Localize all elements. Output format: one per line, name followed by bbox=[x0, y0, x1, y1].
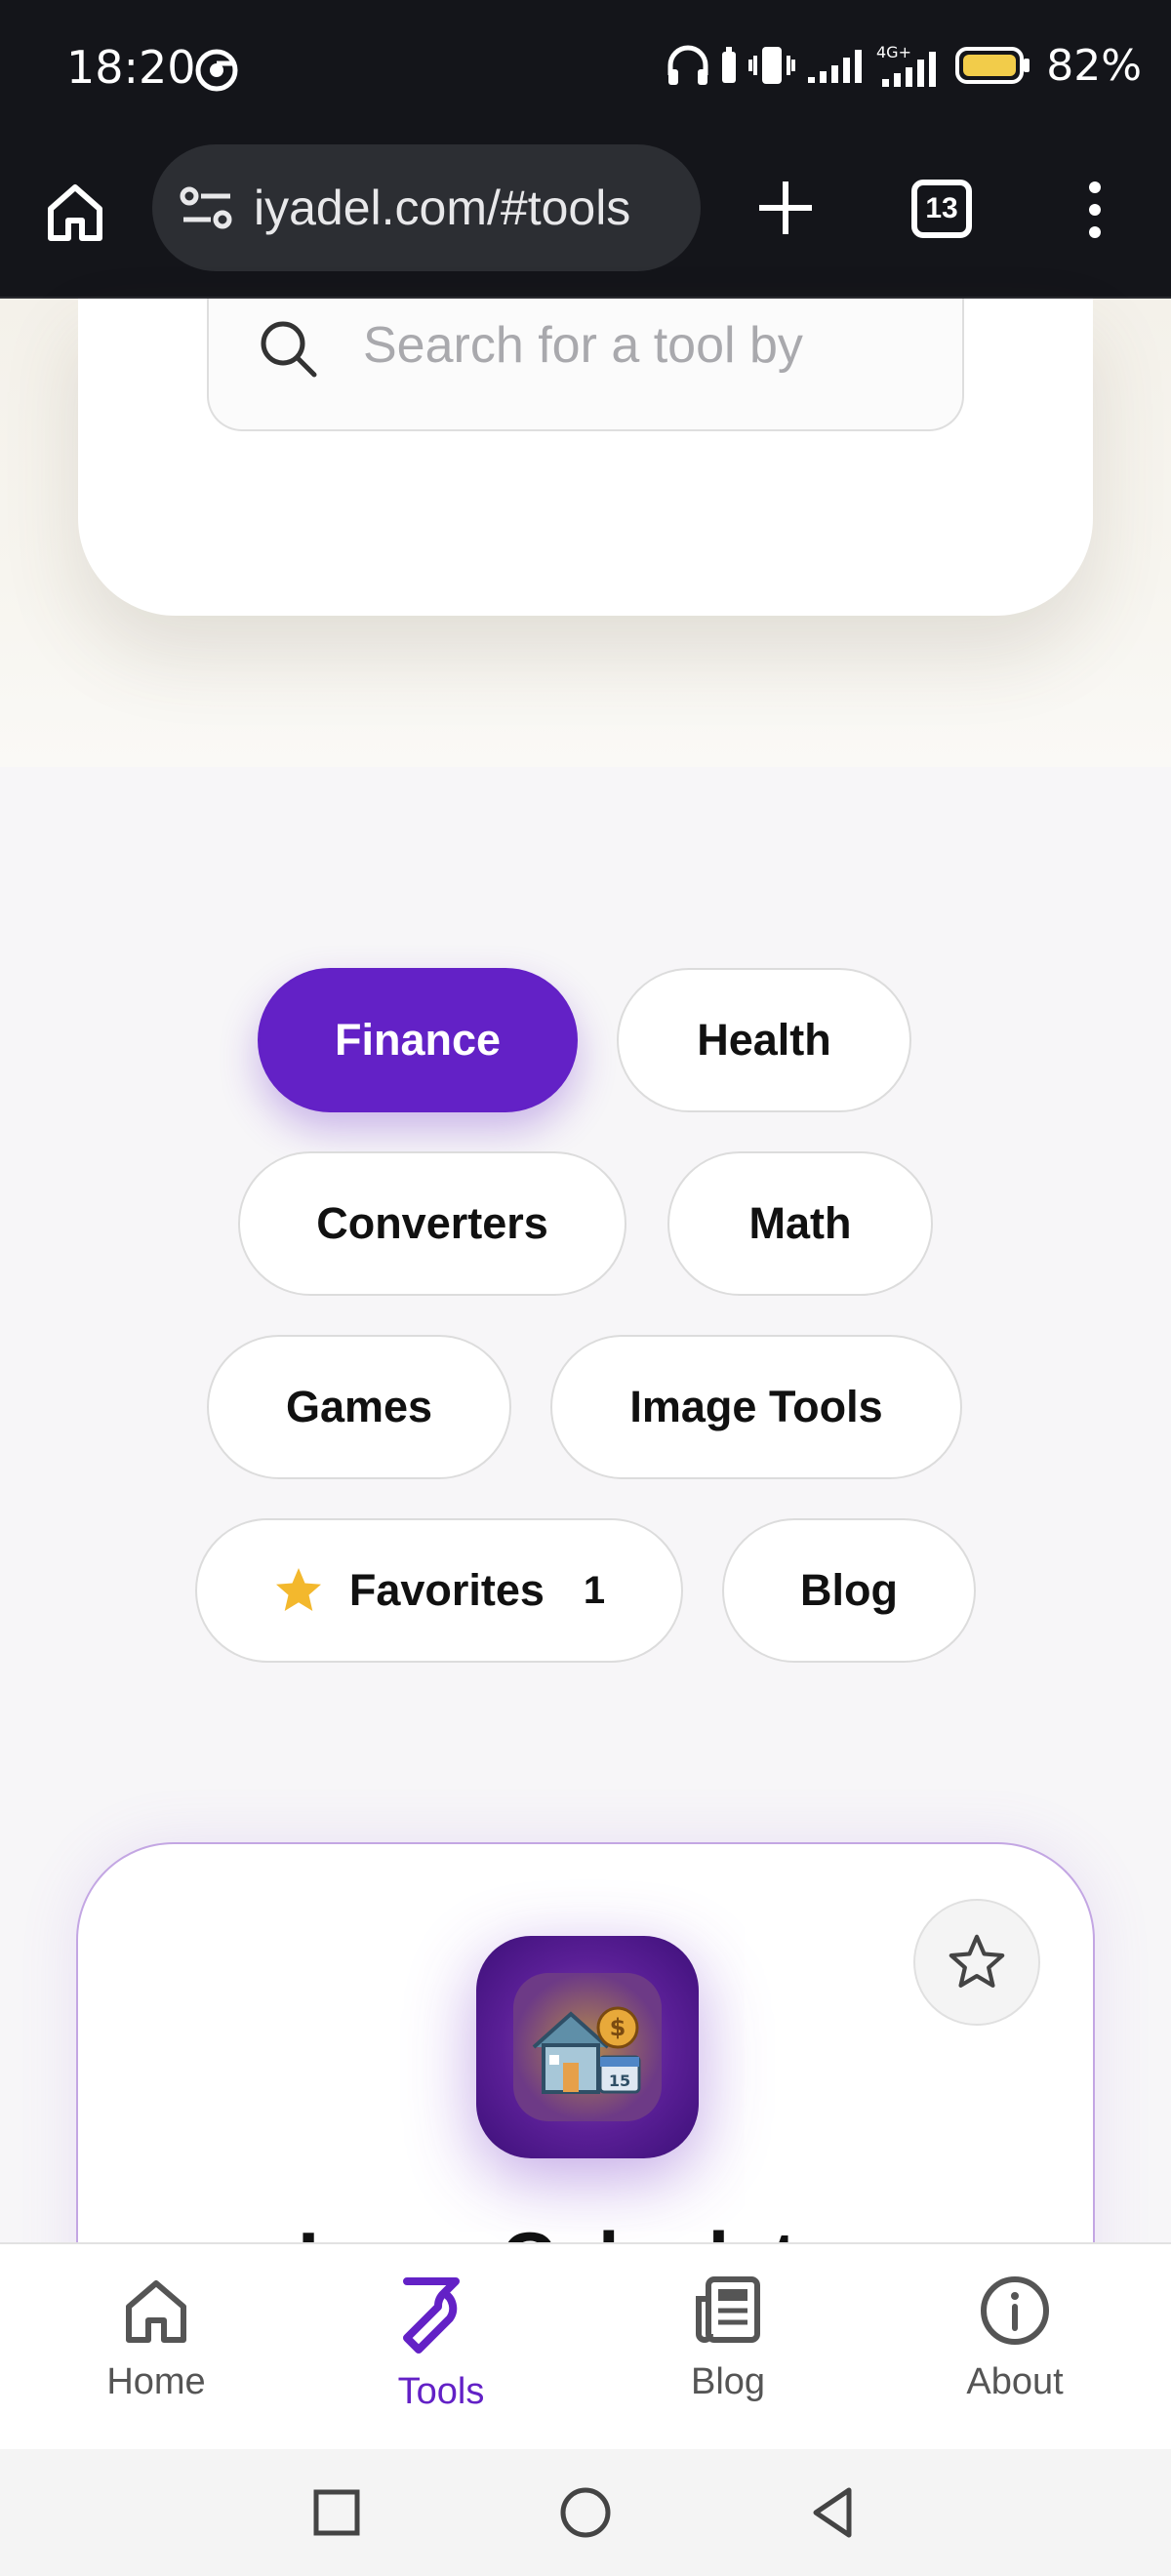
bottom-navigation: Home Tools Blog About bbox=[0, 2242, 1171, 2449]
address-bar[interactable]: iyadel.com/#tools bbox=[152, 144, 701, 271]
headphone-battery-icon bbox=[722, 47, 737, 83]
new-tab-icon[interactable] bbox=[755, 178, 816, 238]
home-icon[interactable] bbox=[43, 180, 107, 244]
svg-text:15: 15 bbox=[609, 2072, 630, 2090]
signal-icon bbox=[808, 50, 863, 83]
category-image-tools[interactable]: Image Tools bbox=[550, 1335, 962, 1479]
category-games[interactable]: Games bbox=[207, 1335, 511, 1479]
category-finance[interactable]: Finance bbox=[258, 968, 578, 1112]
category-favorites[interactable]: Favorites 1 bbox=[195, 1518, 683, 1663]
system-navigation-bar bbox=[0, 2449, 1171, 2576]
favorite-button[interactable] bbox=[913, 1899, 1040, 2026]
vibrate-icon bbox=[748, 47, 796, 84]
battery-percentage: 82% bbox=[1046, 40, 1142, 91]
newspaper-icon bbox=[696, 2276, 760, 2343]
house-loan-icon: $ 15 bbox=[476, 1936, 699, 2158]
home-button-icon[interactable] bbox=[551, 2478, 620, 2547]
nav-about[interactable]: About bbox=[908, 2274, 1122, 2439]
browser-toolbar: iyadel.com/#tools 13 bbox=[0, 144, 1171, 299]
category-converters[interactable]: Converters bbox=[238, 1151, 626, 1296]
category-math[interactable]: Math bbox=[667, 1151, 933, 1296]
site-settings-icon[interactable] bbox=[180, 183, 234, 232]
nav-blog[interactable]: Blog bbox=[621, 2274, 835, 2439]
more-menu-icon[interactable] bbox=[1085, 180, 1105, 240]
nav-tools[interactable]: Tools bbox=[334, 2274, 548, 2439]
nav-home[interactable]: Home bbox=[49, 2274, 263, 2439]
back-icon[interactable] bbox=[800, 2478, 868, 2547]
wrench-icon bbox=[403, 2277, 460, 2354]
url-text[interactable]: iyadel.com/#tools bbox=[254, 180, 630, 236]
favorites-count: 1 bbox=[583, 1568, 606, 1612]
search-placeholder: Search for a tool by bbox=[363, 317, 803, 374]
info-icon bbox=[981, 2276, 1049, 2345]
headphones-icon bbox=[667, 45, 708, 85]
category-health[interactable]: Health bbox=[617, 968, 911, 1112]
star-filled-icon bbox=[275, 1568, 321, 1611]
tab-switcher-button[interactable]: 13 bbox=[911, 180, 972, 238]
status-time: 18:20 bbox=[66, 41, 196, 94]
star-outline-icon bbox=[949, 1934, 1005, 1988]
category-blog[interactable]: Blog bbox=[722, 1518, 976, 1663]
recent-apps-icon[interactable] bbox=[303, 2478, 371, 2547]
svg-text:$: $ bbox=[610, 2014, 626, 2041]
home-icon bbox=[126, 2280, 186, 2343]
status-icons: 4G+ 82% bbox=[666, 39, 1142, 92]
svg-text:4G+: 4G+ bbox=[876, 43, 911, 61]
search-input[interactable]: Search for a tool by bbox=[207, 299, 964, 431]
battery-icon bbox=[955, 47, 1030, 84]
chrome-notification-icon bbox=[195, 49, 238, 92]
status-bar: 18:20 4G+ 82% bbox=[0, 0, 1171, 144]
search-icon bbox=[261, 321, 317, 378]
mobile-data-signal-icon: 4G+ bbox=[876, 43, 937, 87]
